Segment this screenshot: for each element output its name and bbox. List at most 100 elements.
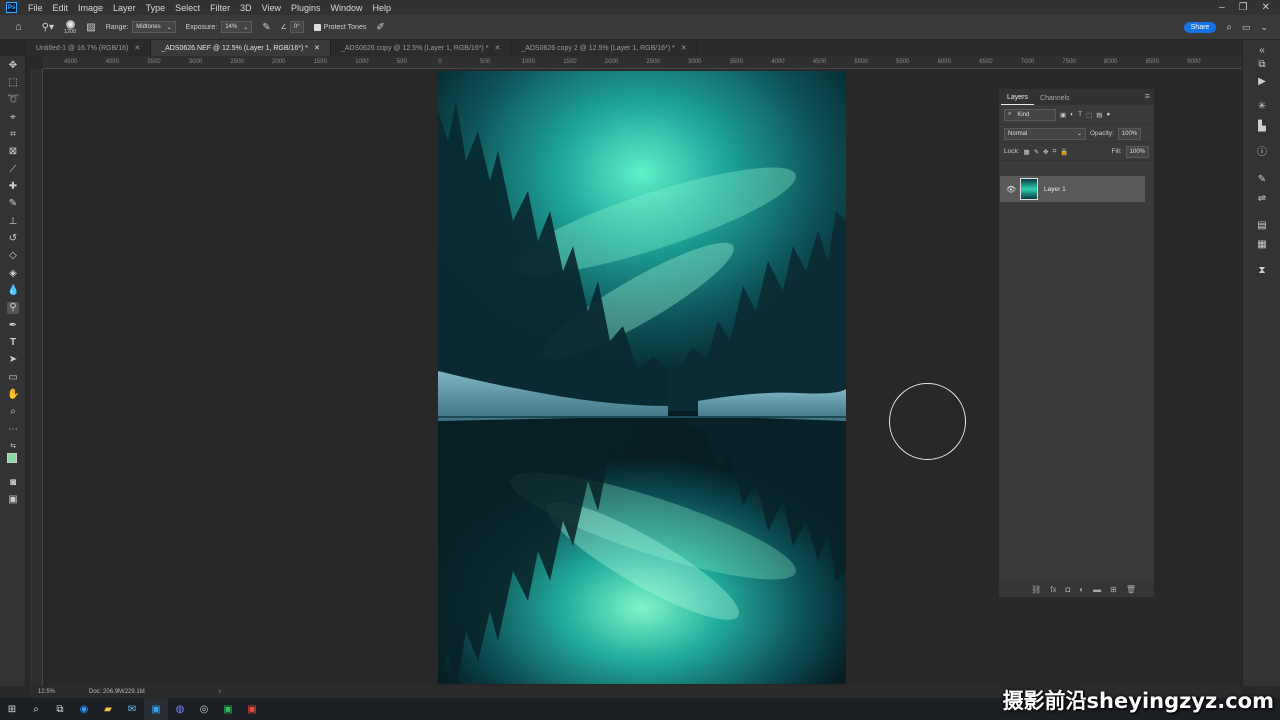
pressure-size-icon[interactable]: ✐: [376, 22, 384, 33]
dodge-tool-preset-icon[interactable]: ⚲▾: [42, 22, 54, 33]
tab-ads0626-copy-2[interactable]: _ADS0626 copy 2 @ 12.5% (Layer 1, RGB/16…: [511, 40, 698, 56]
screen-mode-icon[interactable]: ▣: [7, 494, 19, 506]
mail-icon[interactable]: ✉: [120, 698, 144, 720]
photoshop-taskbar-icon[interactable]: ▣: [144, 698, 168, 720]
fill-input[interactable]: 100%: [1125, 145, 1149, 158]
blur-tool-icon[interactable]: 💧: [7, 285, 19, 297]
menu-filter[interactable]: Filter: [205, 3, 235, 13]
panel-menu-icon[interactable]: ≡: [1141, 91, 1154, 105]
file-explorer-icon[interactable]: ▰: [96, 698, 120, 720]
move-tool-icon[interactable]: ✥: [7, 60, 19, 72]
menu-plugins[interactable]: Plugins: [286, 3, 326, 13]
history-brush-tool-icon[interactable]: ↺: [7, 233, 19, 245]
menu-type[interactable]: Type: [141, 3, 171, 13]
filter-kind-select[interactable]: ⌕ Kind: [1004, 108, 1056, 121]
properties-icon[interactable]: ⇌: [1255, 192, 1269, 206]
swap-colors-icon[interactable]: ⇆: [7, 441, 19, 453]
delete-layer-icon[interactable]: 🗑: [1126, 585, 1136, 594]
menu-file[interactable]: File: [23, 3, 48, 13]
histogram-icon[interactable]: ▙: [1255, 120, 1269, 134]
play-action-icon[interactable]: ▶: [1255, 75, 1269, 89]
add-mask-icon[interactable]: ◘: [1065, 585, 1070, 594]
info-icon[interactable]: ⓘ: [1255, 146, 1269, 160]
green-app-icon[interactable]: ▣: [216, 698, 240, 720]
type-tool-icon[interactable]: T: [7, 337, 19, 349]
brush-tool-icon[interactable]: ✎: [7, 198, 19, 210]
discord-icon[interactable]: ◍: [168, 698, 192, 720]
notes-icon[interactable]: ▦: [1255, 238, 1269, 252]
menu-help[interactable]: Help: [368, 3, 397, 13]
zoom-tool-icon[interactable]: ⌕: [7, 406, 19, 418]
visibility-eye-icon[interactable]: 👁: [1006, 185, 1016, 194]
filter-shape-icon[interactable]: ⬚: [1086, 111, 1092, 119]
menu-edit[interactable]: Edit: [48, 3, 74, 13]
paint-bucket-tool-icon[interactable]: ◈: [7, 268, 19, 280]
libraries-icon[interactable]: ▤: [1255, 219, 1269, 233]
foreground-color-swatch[interactable]: [7, 453, 17, 463]
lock-transparent-icon[interactable]: ▦: [1024, 148, 1030, 156]
opacity-input[interactable]: 100%: [1117, 127, 1142, 140]
tab-layers[interactable]: Layers: [1001, 94, 1035, 105]
status-menu-chevron-icon[interactable]: ›: [219, 689, 221, 695]
filter-smart-object-icon[interactable]: ▤: [1096, 111, 1102, 119]
close-icon[interactable]: ✕: [314, 44, 320, 52]
adjustments-icon[interactable]: ✳: [1255, 100, 1269, 114]
lock-artboard-icon[interactable]: ⌗: [1053, 148, 1057, 156]
document-image[interactable]: [438, 71, 846, 684]
layer-row[interactable]: 👁 Layer 1: [1000, 176, 1145, 202]
layer-name[interactable]: Layer 1: [1044, 186, 1066, 193]
menu-layer[interactable]: Layer: [108, 3, 141, 13]
lasso-tool-icon[interactable]: ➰: [7, 94, 19, 106]
restore-icon[interactable]: ❐: [1239, 2, 1248, 13]
pen-tool-icon[interactable]: ✒: [7, 320, 19, 332]
minimize-icon[interactable]: –: [1219, 2, 1225, 13]
dodge-tool-icon[interactable]: ⚲: [7, 302, 19, 314]
menu-3d[interactable]: 3D: [235, 3, 257, 13]
photoshop-logo-icon[interactable]: Ps: [6, 2, 17, 13]
menu-select[interactable]: Select: [170, 3, 205, 13]
protect-tones-control[interactable]: Protect Tones: [313, 23, 366, 31]
red-app-icon[interactable]: ▣: [240, 698, 264, 720]
filter-pixel-icon[interactable]: ▣: [1060, 111, 1066, 119]
hand-tool-icon[interactable]: ✋: [7, 389, 19, 401]
lock-position-icon[interactable]: ✥: [1043, 148, 1048, 156]
search-icon[interactable]: ⌕: [1226, 22, 1232, 33]
new-layer-icon[interactable]: ⊞: [1110, 585, 1117, 594]
healing-brush-tool-icon[interactable]: ✚: [7, 181, 19, 193]
new-group-icon[interactable]: ▬: [1093, 585, 1101, 594]
windows-start-icon[interactable]: ⊞: [0, 698, 24, 720]
collapse-panels-icon[interactable]: «: [1255, 44, 1269, 58]
tab-untitled-1[interactable]: Untitled-1 @ 16.7% (RGB/16) ✕: [26, 40, 152, 56]
menu-window[interactable]: Window: [326, 3, 368, 13]
range-select[interactable]: Midtones ⌄: [132, 21, 176, 33]
blend-mode-select[interactable]: Normal ⌄: [1004, 127, 1086, 140]
filter-type-icon[interactable]: T: [1078, 111, 1082, 118]
clone-stamp-tool-icon[interactable]: ⊥: [7, 216, 19, 228]
crop-tool-icon[interactable]: ⌗: [7, 129, 19, 141]
lock-all-icon[interactable]: 🔒: [1060, 148, 1068, 156]
tab-ads0626-copy[interactable]: _ADS0626 copy @ 12.5% (Layer 1, RGB/16*)…: [331, 40, 512, 56]
close-icon[interactable]: ✕: [1262, 2, 1270, 13]
workspace-chevron-icon[interactable]: ⌄: [1260, 22, 1268, 33]
brush-preset-picker[interactable]: 1200: [64, 19, 76, 35]
home-icon[interactable]: ⌂: [15, 21, 22, 33]
lock-pixels-icon[interactable]: ✎: [1034, 148, 1039, 156]
close-icon[interactable]: ✕: [681, 44, 687, 52]
close-icon[interactable]: ✕: [494, 44, 500, 52]
layer-style-icon[interactable]: fx: [1050, 585, 1056, 594]
edge-icon[interactable]: ◉: [72, 698, 96, 720]
taskbar-search-icon[interactable]: ⌕: [24, 698, 48, 720]
menu-view[interactable]: View: [257, 3, 286, 13]
filter-adjustment-icon[interactable]: ◐: [1070, 111, 1074, 118]
new-adjustment-icon[interactable]: ◐: [1079, 585, 1084, 594]
rectangle-tool-icon[interactable]: ▭: [7, 372, 19, 384]
path-selection-tool-icon[interactable]: ➤: [7, 354, 19, 366]
task-view-icon[interactable]: ⧉: [48, 698, 72, 720]
tab-ads0626[interactable]: _ADS0626.NEF @ 12.5% (Layer 1, RGB/16*) …: [151, 40, 331, 56]
learn-icon[interactable]: ⧉: [1255, 58, 1269, 72]
steam-icon[interactable]: ◎: [192, 698, 216, 720]
marquee-tool-icon[interactable]: ⬚: [7, 77, 19, 89]
share-button[interactable]: Share: [1183, 21, 1217, 33]
tab-channels[interactable]: Channels: [1034, 95, 1076, 105]
filter-toggle-icon[interactable]: ●: [1106, 111, 1110, 118]
